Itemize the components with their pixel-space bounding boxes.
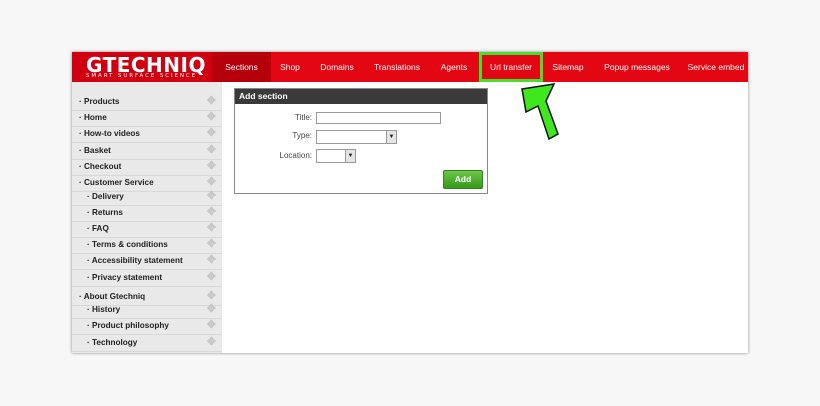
sidebar-item-label: · Returns <box>87 208 123 217</box>
sidebar-item-privacy-statement[interactable]: · Privacy statement ✥ <box>72 270 222 287</box>
location-select[interactable]: ▼ <box>316 149 356 163</box>
move-icon[interactable]: ✥ <box>207 239 216 250</box>
sidebar-item-accessibility-statement[interactable]: · Accessibility statement ✥ <box>72 253 222 270</box>
sidebar-item-label: · Privacy statement <box>87 273 163 282</box>
nav-translations[interactable]: Translations <box>365 52 429 82</box>
chevron-down-icon[interactable]: ▼ <box>345 150 355 162</box>
sidebar-item-faq[interactable]: · FAQ ✥ <box>72 221 222 238</box>
sidebar-item-products[interactable]: · Products ✥ <box>72 94 222 111</box>
move-icon[interactable]: ✥ <box>207 272 216 283</box>
sidebar-item-label: · Delivery <box>87 192 124 201</box>
sidebar-item-label: · History <box>87 305 121 314</box>
move-icon[interactable]: ✥ <box>207 255 216 266</box>
nav-service-embed[interactable]: Service embed <box>681 52 748 82</box>
green-arrow-icon <box>521 83 559 141</box>
move-icon[interactable]: ✥ <box>207 320 216 331</box>
sidebar: · Products ✥ · Home ✥ · How-to videos ✥ · B… <box>72 82 222 353</box>
sidebar-item-basket[interactable]: · Basket ✥ <box>72 143 222 160</box>
sidebar-item-how-to-videos[interactable]: · How-to videos ✥ <box>72 126 222 143</box>
move-icon[interactable]: ✥ <box>207 207 216 218</box>
sidebar-item-label: · Product philosophy <box>87 321 169 330</box>
sidebar-item-delivery[interactable]: · Delivery ✥ <box>72 189 222 206</box>
sidebar-item-label: · Customer Service <box>79 178 154 187</box>
move-icon[interactable]: ✥ <box>207 304 216 315</box>
sidebar-item-label: · Basket <box>79 146 111 155</box>
move-icon[interactable]: ✥ <box>207 128 216 139</box>
move-icon[interactable]: ✥ <box>207 191 216 202</box>
app-window: GTECHNIQ SMART SURFACE SCIENCE Sections … <box>72 52 748 353</box>
sidebar-item-history[interactable]: · History ✥ <box>72 302 222 319</box>
move-icon[interactable]: ✥ <box>207 112 216 123</box>
sidebar-item-label: · How-to videos <box>79 129 140 138</box>
move-icon[interactable]: ✥ <box>207 337 216 348</box>
nav-agents[interactable]: Agents <box>429 52 479 82</box>
gtechniq-logo[interactable]: GTECHNIQ SMART SURFACE SCIENCE <box>72 52 212 82</box>
nav-popup-messages[interactable]: Popup messages <box>593 52 681 82</box>
move-icon[interactable]: ✥ <box>207 145 216 156</box>
logo-tagline: SMART SURFACE SCIENCE <box>86 73 198 79</box>
sidebar-item-technology[interactable]: · Technology ✥ <box>72 335 222 352</box>
sidebar-item-label: · Checkout <box>79 162 122 171</box>
sidebar-item-label: · FAQ <box>87 224 109 233</box>
sidebar-item-returns[interactable]: · Returns ✥ <box>72 205 222 222</box>
type-select[interactable]: ▼ <box>316 130 397 144</box>
type-label: Type: <box>292 131 312 140</box>
title-label: Title: <box>294 113 312 122</box>
top-navigation-bar: GTECHNIQ SMART SURFACE SCIENCE Sections … <box>72 52 748 82</box>
move-icon[interactable]: ✥ <box>207 177 216 188</box>
sidebar-item-label: · Accessibility statement <box>87 256 183 265</box>
nav-sections[interactable]: Sections <box>212 52 271 82</box>
add-section-panel: Add section Title: Type: ▼ Location: ▼ A… <box>234 88 488 194</box>
sidebar-item-label: · Technology <box>87 338 138 347</box>
nav-shop[interactable]: Shop <box>271 52 309 82</box>
title-input[interactable] <box>316 112 441 124</box>
move-icon[interactable]: ✥ <box>207 291 216 302</box>
sidebar-item-terms-conditions[interactable]: · Terms & conditions ✥ <box>72 237 222 254</box>
add-button[interactable]: Add <box>443 170 483 189</box>
panel-title: Add section <box>235 89 487 104</box>
nav-sitemap[interactable]: Sitemap <box>543 52 593 82</box>
move-icon[interactable]: ✥ <box>207 161 216 172</box>
chevron-down-icon[interactable]: ▼ <box>386 131 396 143</box>
move-icon[interactable]: ✥ <box>207 223 216 234</box>
sidebar-item-label: · Home <box>79 113 107 122</box>
sidebar-item-label: · About Gtechniq <box>79 292 146 301</box>
nav-domains[interactable]: Domains <box>309 52 365 82</box>
sidebar-item-checkout[interactable]: · Checkout ✥ <box>72 159 222 176</box>
sidebar-item-product-philosophy[interactable]: · Product philosophy ✥ <box>72 318 222 335</box>
sidebar-item-home[interactable]: · Home ✥ <box>72 110 222 127</box>
sidebar-item-label: · Terms & conditions <box>87 240 168 249</box>
move-icon[interactable]: ✥ <box>207 96 216 107</box>
sidebar-item-label: · Products <box>79 97 120 106</box>
nav-url-transfer[interactable]: Url transfer <box>479 52 543 82</box>
location-label: Location: <box>279 151 312 160</box>
